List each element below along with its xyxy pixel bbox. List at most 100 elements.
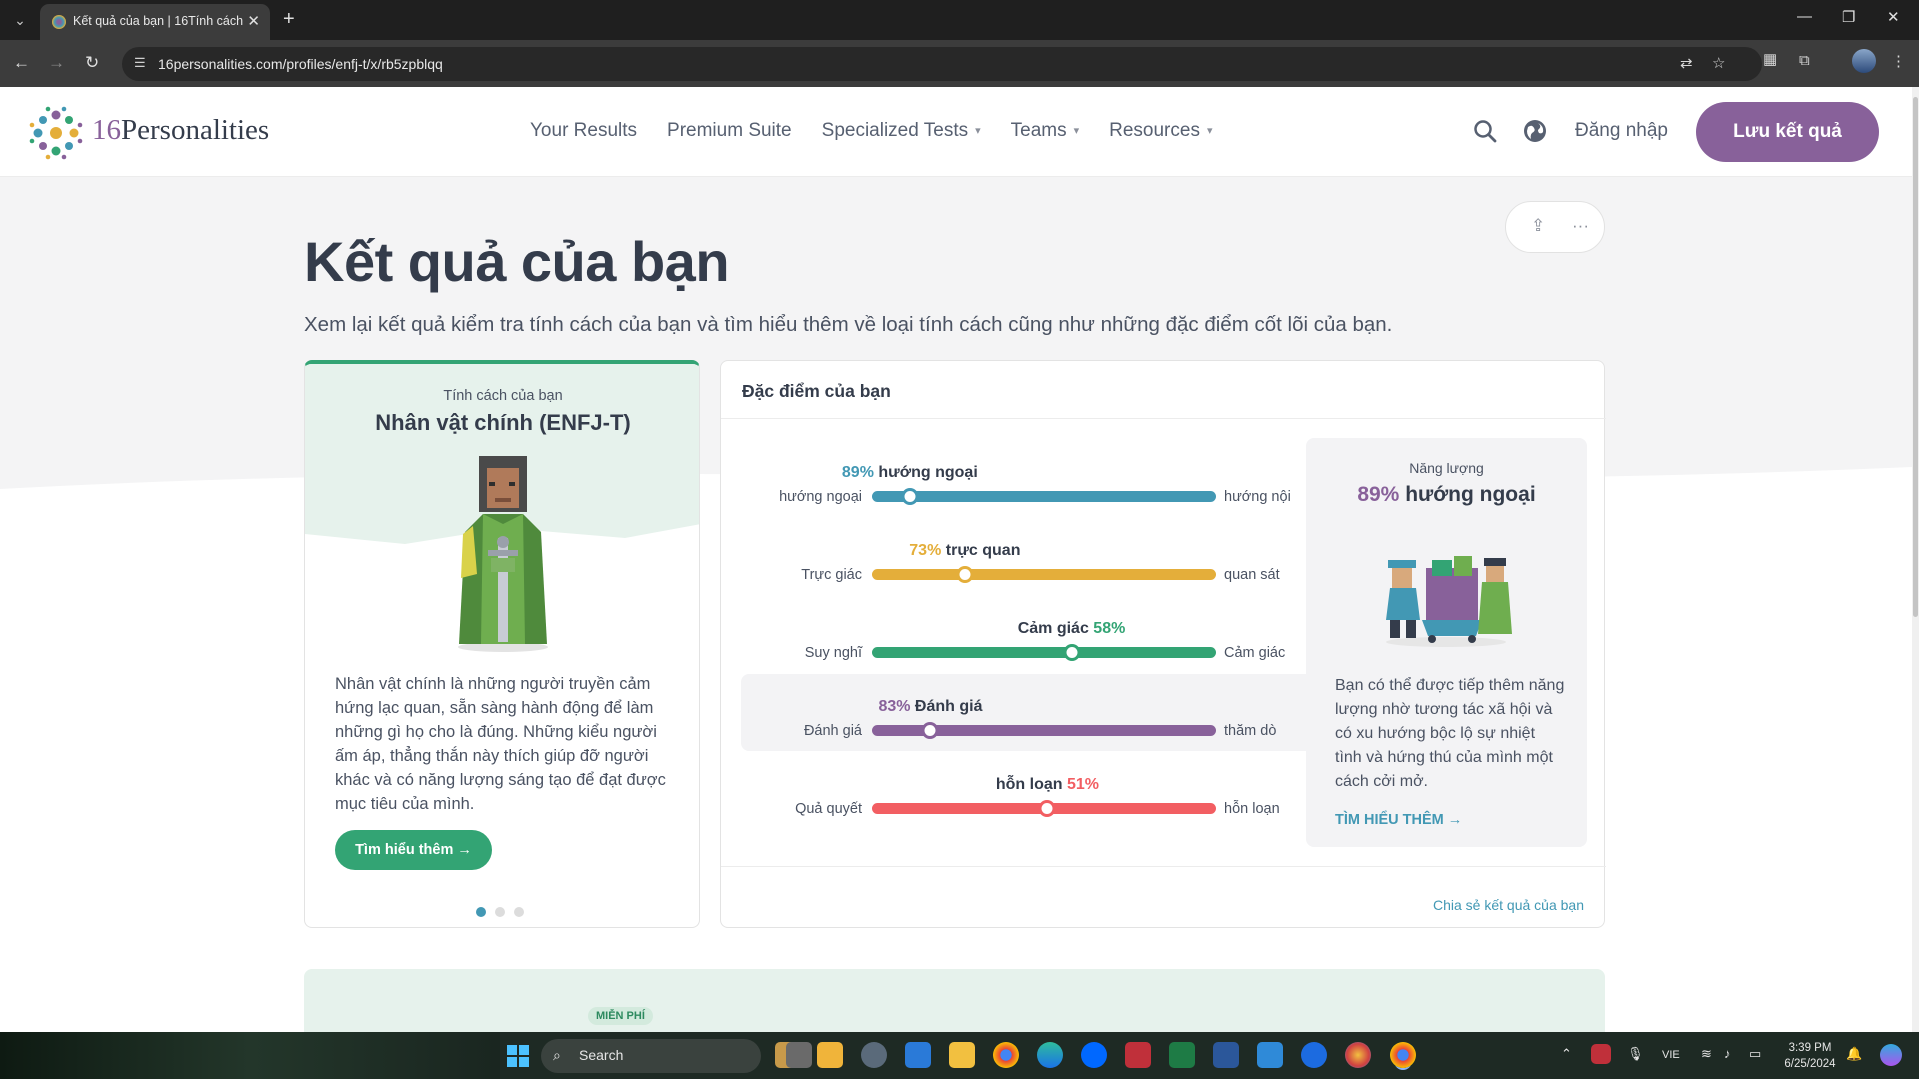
page-scrollbar[interactable] — [1912, 87, 1919, 1032]
show-hidden-icons[interactable]: ⌃ — [1561, 1046, 1572, 1062]
excel-icon[interactable] — [1169, 1042, 1195, 1068]
trait-right-pole: Cảm giác — [1224, 645, 1286, 661]
edge-icon[interactable] — [1037, 1042, 1063, 1068]
volume-icon[interactable]: ♪ — [1724, 1046, 1731, 1061]
share-export-icon[interactable]: ⇪ — [1531, 216, 1545, 236]
back-arrow-icon[interactable]: ← — [13, 53, 30, 73]
trait-knob[interactable] — [921, 722, 939, 739]
energy-learn-more-link[interactable]: TÌM HIỂU THÊM → — [1335, 812, 1462, 828]
energy-panel: Năng lượng 89% hướng ngoại Bạn có thể đư… — [1306, 438, 1587, 847]
vscode-icon[interactable] — [1257, 1042, 1283, 1068]
login-link[interactable]: Đăng nhập — [1575, 120, 1668, 142]
carousel-dot[interactable] — [495, 907, 505, 917]
trait-knob[interactable] — [1038, 800, 1056, 817]
zoom-icon[interactable] — [1301, 1042, 1327, 1068]
taskbar-search-text: Search — [579, 1047, 624, 1063]
trait-bar[interactable] — [872, 647, 1216, 658]
16personalities-logo-icon[interactable] — [28, 105, 84, 161]
energy-value: 89% hướng ngoại — [1357, 483, 1536, 506]
trait-row[interactable]: Cảm giác 58% Suy nghĩ Cảm giác — [741, 620, 1331, 680]
trait-row[interactable]: hỗn loạn 51% Quả quyết hỗn loạn — [741, 776, 1331, 836]
more-options-icon[interactable]: ··· — [1572, 216, 1589, 236]
restore-icon[interactable]: ❐ — [1842, 8, 1855, 26]
personality-card: Tính cách của bạn Nhân vật chính (ENFJ-T… — [304, 360, 700, 928]
wallpaper-strip — [0, 1032, 500, 1079]
game-app-icon[interactable] — [1125, 1042, 1151, 1068]
minimize-icon[interactable]: — — [1797, 8, 1812, 25]
trait-row[interactable]: 73% trực quan Trực giác quan sát — [741, 542, 1331, 602]
globe-language-icon[interactable] — [1522, 118, 1548, 144]
word-icon[interactable] — [1213, 1042, 1239, 1068]
page-title: Kết quả của bạn — [304, 230, 730, 293]
learn-more-button[interactable]: Tìm hiểu thêm → — [335, 830, 492, 870]
nav-your-results[interactable]: Your Results — [530, 120, 637, 142]
personality-description: Nhân vật chính là những người truyền cảm… — [335, 675, 666, 813]
input-language[interactable]: VIE — [1662, 1049, 1680, 1061]
photos-app-icon[interactable] — [905, 1042, 931, 1068]
carousel-dot[interactable] — [514, 907, 524, 917]
colorful-app-icon[interactable] — [1345, 1042, 1371, 1068]
address-bar[interactable]: ☰ 16personalities.com/profiles/enfj-t/x/… — [122, 47, 1762, 81]
trait-bar[interactable] — [872, 569, 1216, 580]
extensions-puzzle-icon[interactable]: ⧉ — [1799, 52, 1810, 69]
chrome-active-icon[interactable] — [1390, 1042, 1416, 1068]
task-view-icon[interactable] — [786, 1042, 812, 1068]
battery-icon[interactable]: ▭ — [1749, 1046, 1761, 1062]
forward-arrow-icon[interactable]: → — [48, 53, 65, 73]
trait-label: 73% trực quan — [909, 542, 1021, 559]
nav-teams[interactable]: Teams ▾ — [1011, 120, 1080, 142]
close-window-icon[interactable]: ✕ — [1887, 8, 1900, 26]
nav-resources[interactable]: Resources ▾ — [1109, 120, 1212, 142]
notification-bell-icon[interactable]: 🔔 — [1846, 1046, 1862, 1062]
tab-close-icon[interactable]: ✕ — [247, 12, 260, 30]
extravert-shopping-illustration — [1386, 556, 1512, 647]
save-results-button[interactable]: Lưu kết quả — [1696, 102, 1879, 162]
microphone-icon[interactable]: 🎙 — [1627, 1046, 1644, 1062]
trait-bar[interactable] — [872, 491, 1216, 502]
translate-extension-icon[interactable]: ▦ — [1763, 50, 1777, 68]
search-icon: ⌕ — [553, 1047, 561, 1063]
tab-search-menu-icon[interactable]: ⌄ — [8, 9, 32, 31]
profile-avatar-icon[interactable] — [1852, 49, 1876, 73]
settings-gear-icon[interactable] — [861, 1042, 887, 1068]
taskbar-clock[interactable]: 3:39 PM 6/25/2024 — [1780, 1040, 1840, 1072]
trait-knob[interactable] — [901, 488, 919, 505]
wifi-icon[interactable]: ≋ — [1701, 1046, 1712, 1062]
bookmark-star-icon[interactable]: ☆ — [1712, 54, 1725, 72]
site-logo-text[interactable]: 16Personalities — [92, 114, 269, 147]
scrollbar-thumb[interactable] — [1913, 97, 1918, 617]
traits-card: Đặc điểm của bạn 89% hướng ngoại hướng ng… — [720, 360, 1606, 928]
site-info-icon[interactable]: ☰ — [134, 55, 146, 71]
zalo-icon[interactable] — [1081, 1042, 1107, 1068]
trait-right-pole: thăm dò — [1224, 723, 1277, 739]
personality-label: Tính cách của bạn — [443, 388, 563, 404]
file-explorer-icon[interactable] — [949, 1042, 975, 1068]
translate-icon[interactable]: ⇄ — [1680, 54, 1693, 72]
trait-row[interactable]: 83% Đánh giá Đánh giá thăm dò — [741, 698, 1331, 758]
reload-icon[interactable]: ↻ — [85, 53, 99, 73]
carousel-dot[interactable] — [476, 907, 486, 917]
browser-menu-icon[interactable]: ⋮ — [1891, 52, 1906, 70]
widgets-icon[interactable] — [817, 1042, 843, 1068]
taskbar-search-box[interactable]: ⌕ Search — [541, 1039, 761, 1073]
tray-app-icon[interactable] — [1591, 1044, 1611, 1064]
clock-time: 3:39 PM — [1788, 1042, 1832, 1054]
windows-start-icon[interactable] — [506, 1044, 530, 1068]
trait-left-pole: Suy nghĩ — [804, 645, 862, 661]
search-icon[interactable] — [1472, 118, 1498, 144]
nav-specialized-tests[interactable]: Specialized Tests ▾ — [822, 120, 981, 142]
tab-title: Kết quả của bạn | 16Tính cách — [73, 14, 244, 28]
nav-premium-suite[interactable]: Premium Suite — [667, 120, 792, 142]
chrome-icon[interactable] — [993, 1042, 1019, 1068]
trait-knob[interactable] — [956, 566, 974, 583]
share-results-link[interactable]: Chia sẻ kết quả của bạn — [1433, 897, 1584, 913]
trait-left-pole: hướng ngoại — [779, 489, 862, 505]
copilot-icon[interactable] — [1880, 1044, 1902, 1066]
url-text[interactable]: 16personalities.com/profiles/enfj-t/x/rb… — [158, 56, 443, 72]
new-tab-icon[interactable]: + — [283, 8, 295, 30]
trait-row[interactable]: 89% hướng ngoại hướng ngoại hướng nội — [741, 464, 1331, 524]
browser-tab-active[interactable]: Kết quả của bạn | 16Tính cách ✕ — [40, 4, 270, 40]
trait-left-pole: Quả quyết — [795, 801, 862, 817]
trait-knob[interactable] — [1063, 644, 1081, 661]
carousel-dots — [476, 907, 524, 917]
